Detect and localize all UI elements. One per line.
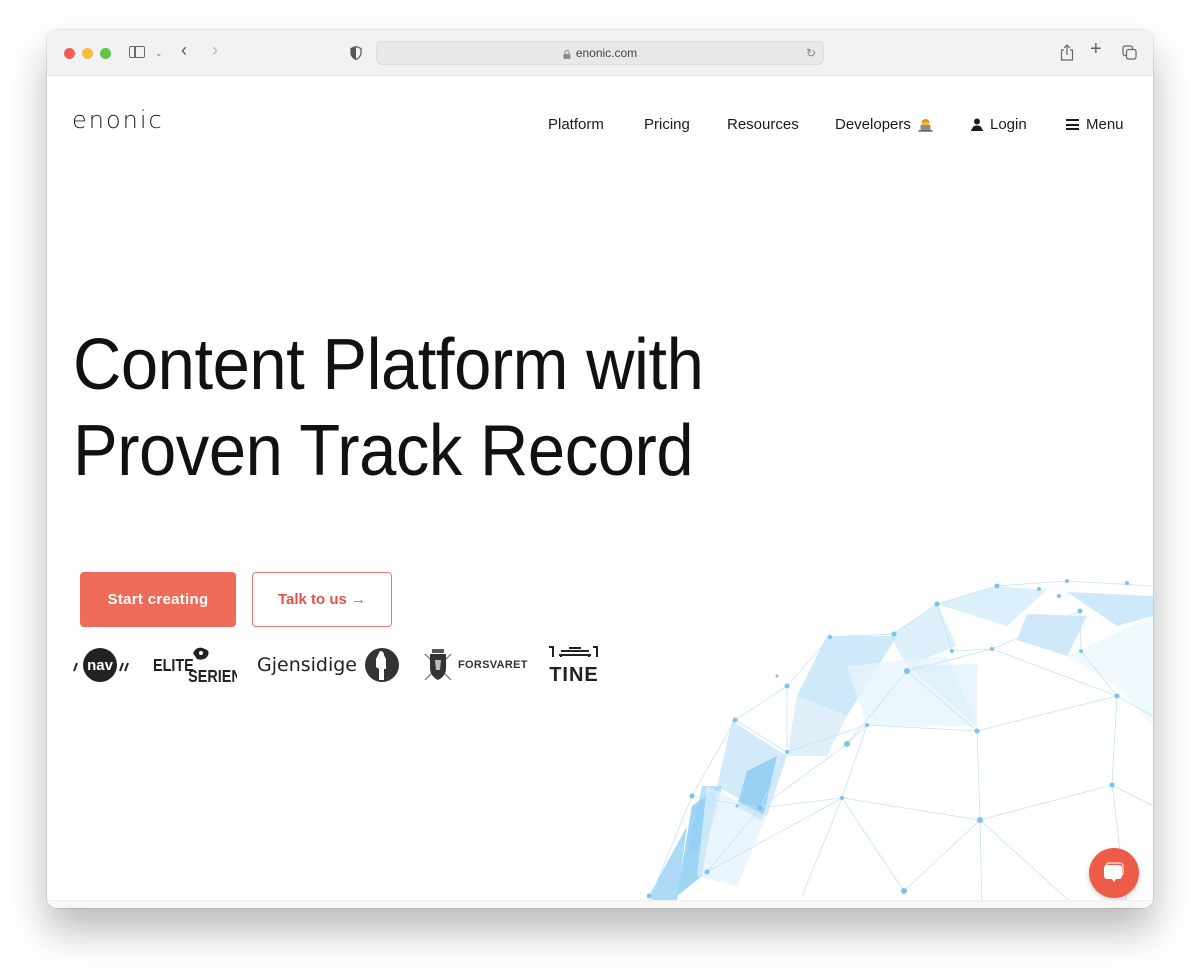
browser-toolbar: ⌄ ‹ › enonic.com ↻ +: [47, 30, 1153, 76]
share-icon[interactable]: [1060, 44, 1074, 61]
eliteserien-logo-mark: ELITE SERIEN: [153, 647, 237, 687]
eliteserien-logo: ELITE SERIEN: [153, 640, 237, 690]
nav-logo-text: nav: [87, 657, 114, 674]
tabs-overview-icon[interactable]: [1122, 45, 1137, 60]
nav-resources[interactable]: Resources: [727, 116, 799, 133]
gjensidige-logo: Gjensidige: [257, 640, 400, 690]
main-nav: Platform Pricing Resources Developers Lo…: [47, 116, 1153, 136]
nav-platform[interactable]: Platform: [548, 116, 604, 133]
tine-logo: TINE: [547, 640, 603, 690]
gjensidige-text: Gjensidige: [257, 654, 358, 676]
hero-title: Content Platform with Proven Track Recor…: [73, 322, 704, 494]
forsvaret-logo: FORSVARET: [423, 640, 528, 690]
talk-to-us-button[interactable]: Talk to us →: [252, 572, 392, 627]
nav-resources-label: Resources: [727, 116, 799, 133]
sidebar-icon[interactable]: [129, 46, 145, 58]
nav-menu[interactable]: Menu: [1066, 116, 1124, 133]
gjensidige-emblem: [365, 648, 400, 682]
reload-icon[interactable]: ↻: [806, 46, 816, 60]
client-logos: nav ELITE SERIEN Gjensidige FORSVARET TI…: [47, 640, 647, 690]
lock-icon: [563, 49, 571, 59]
chat-bubble-icon: [1104, 862, 1124, 882]
nav-login[interactable]: Login: [971, 116, 1027, 133]
nav-menu-label: Menu: [1086, 116, 1124, 133]
forsvaret-crest: [424, 649, 452, 681]
hamburger-icon: [1066, 119, 1079, 130]
page-bottom-edge: [47, 900, 1153, 908]
back-icon[interactable]: ‹: [181, 41, 187, 59]
shield-icon[interactable]: [350, 46, 362, 60]
nav-developers[interactable]: Developers: [835, 116, 933, 133]
tine-logo-mark: TINE: [549, 646, 599, 686]
browser-window: ⌄ ‹ › enonic.com ↻ + enonic Platform Pri…: [47, 30, 1153, 908]
chevron-down-icon[interactable]: ⌄: [155, 46, 163, 60]
eliteserien-bottom-text: SERIEN: [188, 667, 237, 687]
chat-widget-button[interactable]: [1089, 848, 1139, 898]
new-tab-icon[interactable]: +: [1090, 39, 1102, 59]
hero-title-line-2: Proven Track Record: [73, 411, 694, 491]
close-window-button[interactable]: [64, 48, 75, 59]
forsvaret-text: FORSVARET: [458, 659, 528, 671]
tine-text: TINE: [549, 664, 599, 686]
user-icon: [971, 118, 983, 131]
url-text: enonic.com: [575, 46, 638, 60]
globe-network-graphic: [647, 579, 1153, 908]
zoom-window-button[interactable]: [100, 48, 111, 59]
start-creating-button[interactable]: Start creating: [80, 572, 236, 627]
globe-facets: [649, 586, 1153, 908]
nav-logo-mark: nav: [73, 648, 129, 682]
minimize-window-button[interactable]: [82, 48, 93, 59]
nav-logo: nav: [73, 640, 131, 690]
nav-pricing[interactable]: Pricing: [644, 116, 690, 133]
developer-laptop-emoji-icon: [918, 118, 933, 132]
address-bar[interactable]: enonic.com ↻: [376, 41, 824, 65]
nav-login-label: Login: [990, 116, 1027, 133]
nav-developers-label: Developers: [835, 116, 911, 133]
nav-platform-label: Platform: [548, 116, 604, 133]
nav-pricing-label: Pricing: [644, 116, 690, 133]
hero-title-line-1: Content Platform with: [73, 325, 704, 405]
web-page: enonic Platform Pricing Resources Develo…: [47, 76, 1153, 908]
forward-icon[interactable]: ›: [212, 41, 218, 59]
